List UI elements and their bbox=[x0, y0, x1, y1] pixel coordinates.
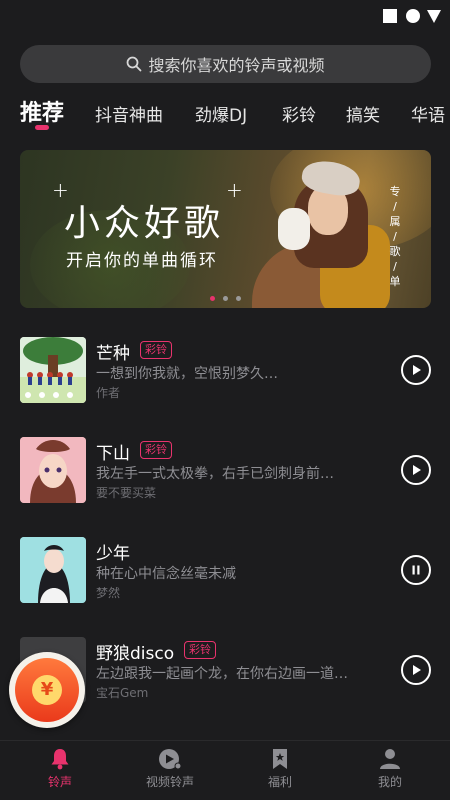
tab-dj[interactable]: 劲爆DJ bbox=[195, 101, 247, 126]
red-packet-ring: ¥ bbox=[15, 658, 79, 722]
tab-recommend[interactable]: 推荐 bbox=[20, 95, 64, 127]
song-cover bbox=[20, 537, 86, 603]
play-button[interactable] bbox=[401, 455, 431, 485]
nav-ringtone[interactable]: 铃声 bbox=[15, 747, 105, 790]
song-name: 芒种 bbox=[96, 344, 130, 364]
pagination-dot[interactable] bbox=[223, 296, 228, 301]
status-square-icon bbox=[383, 9, 397, 23]
coin-icon: ¥ bbox=[32, 675, 62, 705]
song-artist: 要不要买菜 bbox=[96, 486, 157, 500]
play-icon bbox=[413, 665, 421, 675]
bookmark-icon bbox=[273, 749, 287, 769]
song-name: 野狼disco bbox=[96, 644, 175, 664]
play-icon bbox=[413, 365, 421, 375]
video-music-icon bbox=[159, 749, 182, 770]
tab-ringback[interactable]: 彩铃 bbox=[282, 101, 316, 126]
bell-icon bbox=[51, 749, 69, 770]
song-cover bbox=[20, 337, 86, 403]
banner-subtitle: 开启你的单曲循环 bbox=[66, 251, 218, 271]
pause-button[interactable] bbox=[401, 555, 431, 585]
play-button[interactable] bbox=[401, 655, 431, 685]
song-artist: 作者 bbox=[96, 386, 121, 400]
song-lyric: 种在心中信念丝毫未减 bbox=[96, 566, 236, 582]
tab-chinese[interactable]: 华语 bbox=[411, 101, 445, 126]
song-item[interactable]: 下山 彩铃 我左手一式太极拳，右手已剑刺身前… 要不要买菜 bbox=[20, 437, 431, 503]
search-icon bbox=[127, 56, 142, 72]
nav-label: 福利 bbox=[267, 775, 292, 789]
red-packet-button[interactable]: ¥ bbox=[9, 652, 85, 728]
song-name: 下山 bbox=[96, 444, 130, 464]
banner-figure-mitten bbox=[278, 208, 310, 250]
bottom-nav: 铃声 视频铃声 福利 我的 bbox=[0, 740, 450, 800]
tab-funny[interactable]: 搞笑 bbox=[346, 101, 380, 126]
song-item[interactable]: 芒种 彩铃 一想到你我就，空恨别梦久… 作者 bbox=[20, 337, 431, 403]
pause-icon bbox=[412, 565, 420, 575]
song-item[interactable]: 少年 种在心中信念丝毫未减 梦然 bbox=[20, 537, 431, 603]
song-cover bbox=[20, 437, 86, 503]
song-lyric: 我左手一式太极拳，右手已剑刺身前… bbox=[96, 466, 334, 482]
nav-video-ringtone[interactable]: 视频铃声 bbox=[125, 747, 215, 790]
person-icon bbox=[380, 749, 400, 769]
pagination-dot[interactable] bbox=[236, 296, 241, 301]
nav-mine[interactable]: 我的 bbox=[345, 747, 435, 790]
nav-label: 视频铃声 bbox=[145, 775, 194, 789]
play-icon bbox=[413, 465, 421, 475]
banner-pagination bbox=[210, 296, 249, 301]
banner[interactable]: + + 小众好歌 开启你的单曲循环 专 / 属 / 歌 / 单 bbox=[20, 150, 431, 308]
ringback-badge: 彩铃 bbox=[140, 441, 172, 459]
status-triangle-icon bbox=[427, 10, 441, 23]
status-bar bbox=[0, 0, 450, 32]
song-name: 少年 bbox=[96, 544, 130, 564]
search-placeholder: 搜索你喜欢的铃声或视频 bbox=[148, 56, 325, 75]
tab-douyin-hits[interactable]: 抖音神曲 bbox=[95, 101, 163, 126]
banner-side-text: 专 / 属 / 歌 / 单 bbox=[389, 185, 401, 288]
status-circle-icon bbox=[406, 9, 420, 23]
category-tabs: 推荐 抖音神曲 劲爆DJ 彩铃 搞笑 华语 bbox=[0, 93, 450, 133]
ringback-badge: 彩铃 bbox=[140, 341, 172, 359]
search-bar[interactable]: 搜索你喜欢的铃声或视频 bbox=[20, 45, 431, 83]
play-button[interactable] bbox=[401, 355, 431, 385]
pagination-dot[interactable] bbox=[210, 296, 215, 301]
nav-welfare[interactable]: 福利 bbox=[235, 747, 325, 790]
song-artist: 宝石Gem bbox=[96, 686, 149, 700]
song-lyric: 左边跟我一起画个龙，在你右边画一道… bbox=[96, 666, 348, 682]
sparkle-icon: + bbox=[226, 178, 243, 202]
nav-label: 我的 bbox=[377, 775, 402, 789]
ringback-badge: 彩铃 bbox=[184, 641, 216, 659]
banner-title: 小众好歌 bbox=[64, 203, 225, 244]
song-lyric: 一想到你我就，空恨别梦久… bbox=[96, 366, 278, 382]
nav-label: 铃声 bbox=[47, 775, 72, 789]
tab-indicator bbox=[35, 125, 49, 130]
song-artist: 梦然 bbox=[96, 586, 121, 600]
